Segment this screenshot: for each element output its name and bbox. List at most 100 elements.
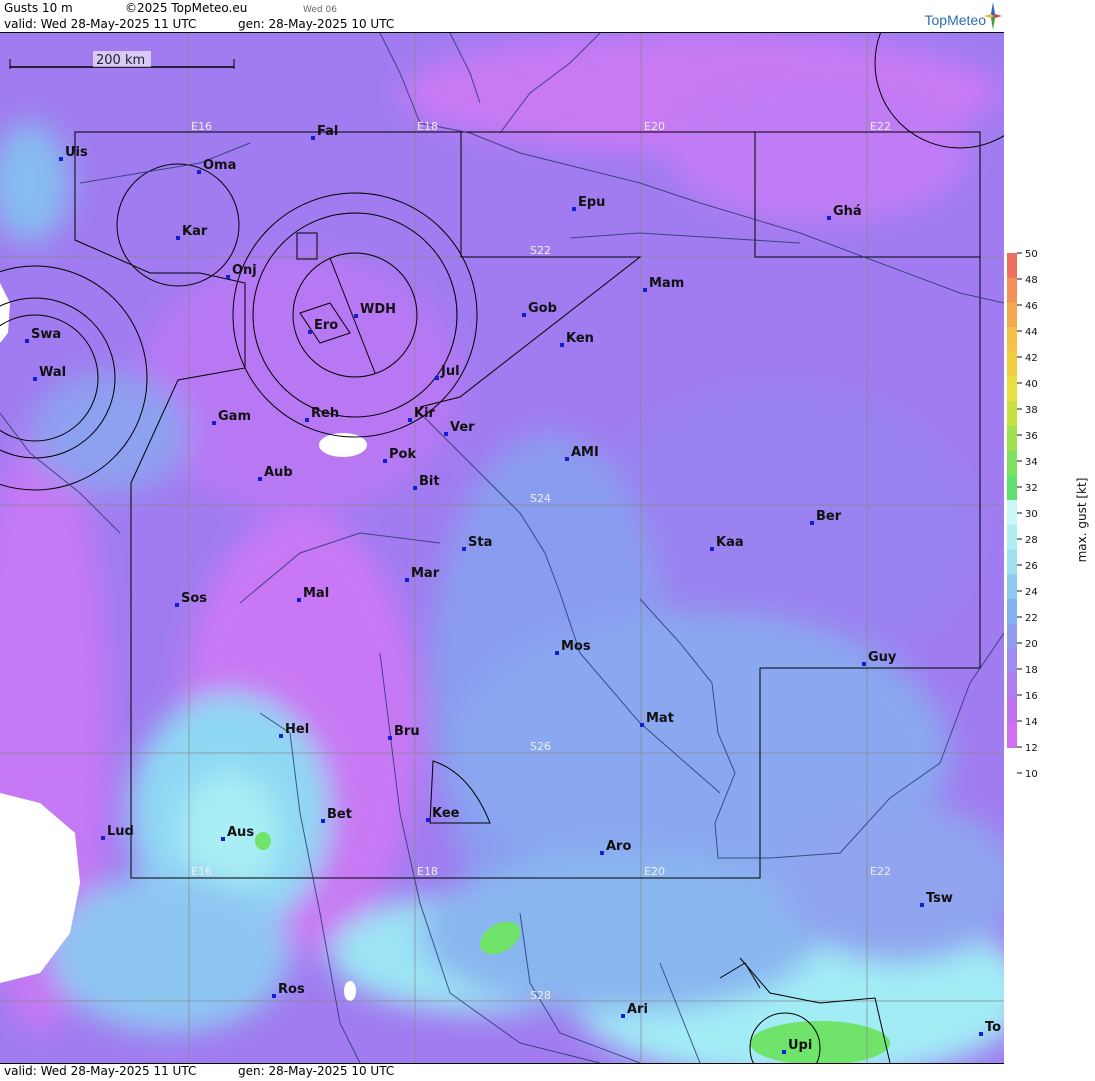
city-label: Ros [278,982,305,997]
legend-tick-label: 22 [1025,613,1038,624]
city-label: To [985,1020,1001,1035]
city-label: Mat [646,711,674,726]
city-marker [444,432,448,436]
city-label: Sos [181,591,207,606]
city-label: Hel [285,722,309,737]
grid-label-e16-bottom: E16 [191,865,212,878]
city-label: WDH [360,302,396,317]
valid-time: valid: Wed 28-May-2025 11 UTC [4,17,197,31]
grid-label-s24: S24 [530,492,551,505]
city-label: Pok [389,447,416,462]
gust-map[interactable]: 200 km E16 E18 E20 E22 S22 S24 S26 S28 E… [0,33,1004,1063]
grid-label-s22: S22 [530,244,551,257]
legend-color-swatch [1007,253,1017,279]
legend-color-swatch [1007,327,1017,353]
legend-color-swatch [1007,450,1017,477]
city-marker [782,1050,786,1054]
city-label: Bit [419,474,440,489]
map-footer: valid: Wed 28-May-2025 11 UTC gen: 28-Ma… [0,1063,1004,1078]
city-label: Ver [450,420,475,435]
footer-valid-time: valid: Wed 28-May-2025 11 UTC [4,1064,197,1078]
day-label: Wed 06 [303,5,337,15]
city-label: Kee [432,806,460,821]
legend-color-swatch [1007,277,1017,304]
city-marker [920,903,924,907]
city-marker [25,339,29,343]
city-marker [258,477,262,481]
legend-color-swatch [1007,648,1017,674]
city-marker [572,207,576,211]
legend-tick-label: 42 [1025,353,1038,364]
city-marker [621,1014,625,1018]
city-label: AMI [571,445,599,460]
city-marker [408,418,412,422]
copyright: ©2025 TopMeteo.eu [125,1,248,15]
legend-color-swatch [1007,500,1017,526]
city-marker [308,330,312,334]
grid-label-e18-bottom: E18 [417,865,438,878]
city-marker [59,157,63,161]
legend-color-swatch [1007,574,1017,600]
city-label: Guy [868,650,897,665]
legend-tick-label: 16 [1025,691,1038,702]
gen-time: gen: 28-May-2025 10 UTC [238,17,395,31]
city-label: Onj [232,263,257,278]
city-label: Mam [649,276,684,291]
city-label: Mar [411,566,440,581]
map-header: Gusts 10 m ©2025 TopMeteo.eu Wed 06 vali… [0,0,1004,33]
grid-label-e22-bottom: E22 [870,865,891,878]
city-label: Kaa [716,535,744,550]
legend-tick-label: 32 [1025,483,1038,494]
city-marker [560,343,564,347]
product-title: Gusts 10 m [4,1,73,15]
city-marker [272,994,276,998]
city-label: Fal [317,124,338,139]
legend-color-swatch [1007,376,1017,403]
city-marker [862,662,866,666]
city-label: Gob [528,301,557,316]
city-marker [413,486,417,490]
scale-bar-label: 200 km [96,53,145,68]
legend-tick-label: 28 [1025,535,1038,546]
city-label: Lud [107,824,134,839]
city-label: Mos [561,639,591,654]
legend-color-swatch [1007,302,1017,329]
city-label: Uis [65,145,88,160]
legend-color-swatch [1007,549,1017,576]
legend-color-swatch [1007,672,1017,699]
city-label: Kir [414,406,436,421]
city-label: Reh [311,406,339,421]
city-marker [321,819,325,823]
grid-label-s26: S26 [530,740,551,753]
city-marker [212,421,216,425]
city-marker [383,459,387,463]
city-label: Gam [218,409,251,424]
compass-logo-icon [984,2,1002,30]
city-label: Jul [440,364,460,379]
city-marker [297,598,301,602]
city-label: Upi [788,1038,812,1053]
grid-label-e22: E22 [870,120,891,133]
legend-tick-label: 38 [1025,405,1038,416]
city-label: Kar [182,224,208,239]
color-legend: 50 48 46 44 42 40 38 36 34 32 30 28 26 24 22 20 18 16 14 12… [1005,0,1095,1077]
city-label: Ken [566,331,594,346]
city-marker [33,377,37,381]
legend-color-swatch [1007,401,1017,427]
grid-label-e20: E20 [644,120,665,133]
city-label: Ghá [833,204,862,219]
legend-tick-label: 30 [1025,509,1038,520]
city-marker [305,418,309,422]
legend-tick-label: 20 [1025,639,1038,650]
legend-tick-label: 46 [1025,301,1038,312]
city-label: Wal [39,365,66,380]
legend-color-swatch [1007,598,1017,625]
legend-tick-label: 40 [1025,379,1038,390]
legend-tick-label: 48 [1025,275,1038,286]
legend-tick-label: 12 [1025,743,1038,754]
city-marker [176,236,180,240]
city-marker [827,216,831,220]
city-marker [226,275,230,279]
city-marker [279,734,283,738]
grid-label-e20-bottom: E20 [644,865,665,878]
